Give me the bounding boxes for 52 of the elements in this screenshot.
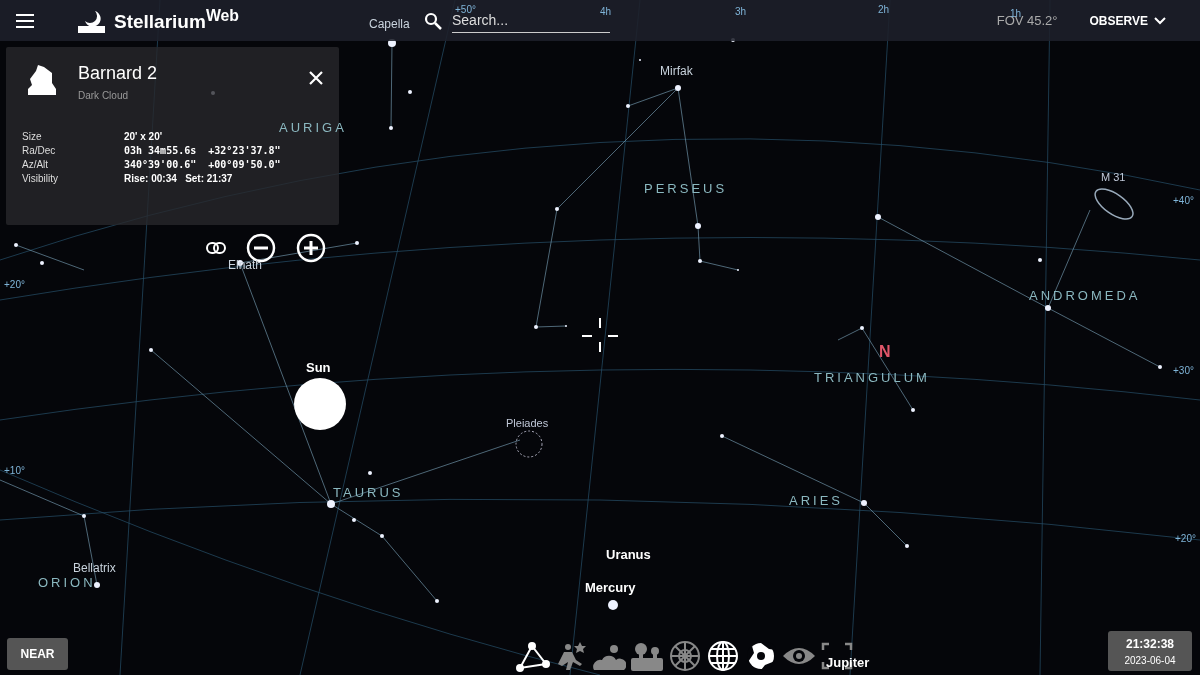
grid-label: 2h — [878, 4, 890, 15]
link-icon[interactable] — [206, 242, 226, 254]
grid-label: +30° — [1173, 365, 1194, 376]
info-label: Size — [22, 131, 43, 142]
object-title: Barnard 2 — [78, 63, 159, 84]
constellation-lines-toggle-icon[interactable] — [516, 640, 550, 672]
info-value: Rise: 00:34 Set: 21:37 — [124, 173, 234, 184]
constellation-label: ORION — [38, 575, 96, 590]
time-text: 21:32:38 — [1125, 636, 1174, 651]
chevron-down-icon — [1154, 16, 1166, 25]
close-icon[interactable] — [309, 71, 323, 85]
date-text: 2023-06-04 — [1124, 654, 1176, 666]
landscape-toggle-icon[interactable] — [630, 640, 664, 672]
star-label: Capella — [369, 17, 410, 31]
dso-label: M 31 — [1101, 171, 1126, 183]
constellation-label: TAURUS — [333, 485, 404, 500]
dso-label: Pleiades — [506, 417, 549, 429]
info-value: 03h 34m55.6s +32°23'37.8" — [124, 145, 282, 156]
info-value: 340°39'00.6" +00°09'50.0" — [124, 159, 282, 170]
grid-label: +40° — [1173, 195, 1194, 206]
info-label: Visibility — [22, 173, 59, 184]
zoom-in-icon[interactable] — [296, 233, 326, 263]
info-value: 20' x 20' — [124, 131, 164, 142]
star-label: Mirfak — [660, 64, 693, 78]
constellation-label: AURIGA — [279, 120, 347, 135]
near-button[interactable]: NEAR — [7, 638, 68, 670]
menu-icon[interactable] — [16, 13, 34, 28]
grid-label: +20° — [1175, 533, 1196, 544]
planet-label: Sun — [306, 360, 331, 375]
constellation-label: ANDROMEDA — [1029, 288, 1141, 303]
star-label: Bellatrix — [73, 561, 116, 575]
object-type: Dark Cloud — [78, 90, 130, 101]
app-name: Stellarium$^{Web}$ — [114, 7, 239, 34]
planet-label: Mercury — [585, 580, 636, 595]
clock-panel[interactable]: 21:32:38 2023-06-04 — [1108, 631, 1192, 671]
grid-label: 3h — [735, 6, 747, 17]
moon-logo-icon — [78, 8, 106, 33]
constellation-label: PERSEUS — [644, 181, 728, 196]
info-label: Ra/Dec — [22, 145, 57, 156]
constellation-label: ARIES — [789, 493, 843, 508]
observe-button[interactable]: OBSERVE — [1079, 5, 1176, 36]
planet-label: Jupiter — [826, 655, 870, 670]
cardinal-label: N — [879, 343, 891, 361]
search-icon — [424, 11, 442, 30]
constellation-label: TRIANGULUM — [814, 370, 930, 385]
grid-label: +20° — [4, 279, 25, 290]
grid-label: +10° — [4, 465, 25, 476]
equatorial-grid-toggle-icon[interactable] — [706, 640, 740, 672]
azimuthal-grid-toggle-icon[interactable] — [668, 640, 702, 672]
planet-label: Uranus — [606, 547, 651, 562]
info-label: Az/Alt — [22, 159, 50, 170]
grid-label: 4h — [600, 6, 612, 17]
